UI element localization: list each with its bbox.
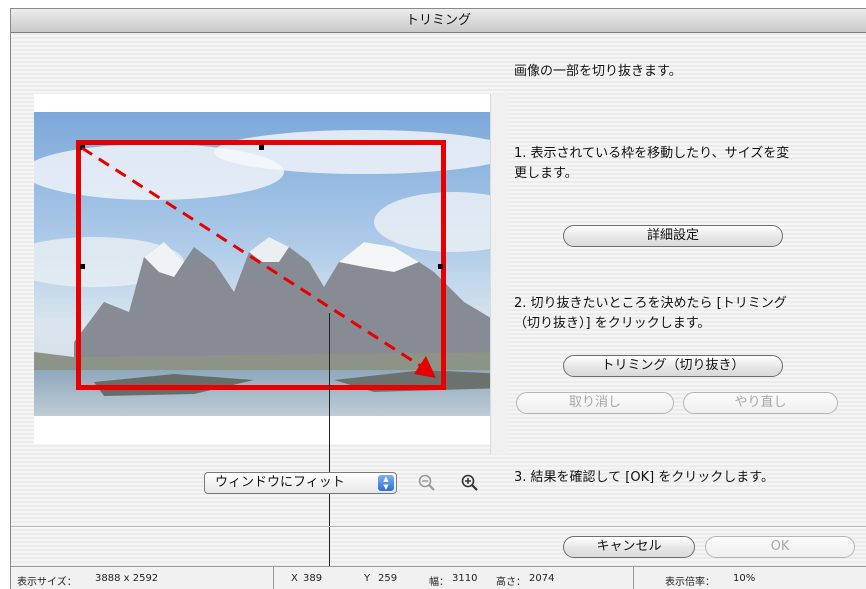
- scale-value: 10%: [733, 573, 756, 584]
- bottom-divider: [11, 526, 866, 527]
- preview-scrollbar[interactable]: [490, 94, 508, 454]
- width-value: 3110: [452, 573, 478, 584]
- status-separator: [273, 567, 274, 589]
- display-size-value: 3888 x 2592: [95, 573, 159, 584]
- height-value: 2074: [529, 573, 555, 584]
- undo-button[interactable]: 取り消し: [516, 392, 674, 414]
- y-value: 259: [378, 573, 398, 584]
- status-separator: [633, 567, 634, 589]
- cancel-button[interactable]: キャンセル: [563, 536, 695, 558]
- zoom-select[interactable]: ウィンドウにフィット ▲ ▼: [204, 472, 397, 494]
- ok-button[interactable]: OK: [705, 536, 855, 558]
- trim-button[interactable]: トリミング（切り抜き）: [563, 355, 783, 377]
- step3-text: 3. 結果を確認して [OK] をクリックします。: [514, 470, 775, 485]
- width-label: 幅：: [429, 577, 449, 588]
- status-bar: 表示サイズ： 3888 x 2592 X 389 Y 259 幅： 3110 高…: [11, 566, 866, 589]
- select-arrows-icon: ▲ ▼: [378, 475, 394, 491]
- redo-button[interactable]: やり直し: [683, 392, 838, 414]
- window-title: トリミング: [11, 9, 866, 33]
- resize-arrow-icon: [81, 146, 436, 378]
- step2-line2: （切り抜き）] をクリックします。: [514, 316, 711, 331]
- zoom-in-icon[interactable]: [460, 473, 480, 493]
- display-size-label: 表示サイズ：: [17, 577, 77, 588]
- height-label: 高さ：: [496, 577, 526, 588]
- y-label: Y: [364, 573, 371, 584]
- scale-label: 表示倍率：: [665, 577, 715, 588]
- step1-line1: 1. 表示されている枠を移動したり、サイズを変: [514, 146, 790, 161]
- x-value: 389: [303, 573, 323, 584]
- zoom-select-value: ウィンドウにフィット: [215, 475, 345, 490]
- step1-line2: 更します。: [514, 166, 578, 181]
- step2-line1: 2. 切り抜きたいところを決めたら [トリミング: [514, 296, 787, 311]
- callout-line: [329, 313, 330, 589]
- advanced-settings-button[interactable]: 詳細設定: [563, 225, 783, 247]
- x-label: X: [291, 573, 298, 584]
- zoom-out-icon[interactable]: [417, 473, 437, 493]
- intro-text: 画像の一部を切り抜きます。: [514, 64, 682, 79]
